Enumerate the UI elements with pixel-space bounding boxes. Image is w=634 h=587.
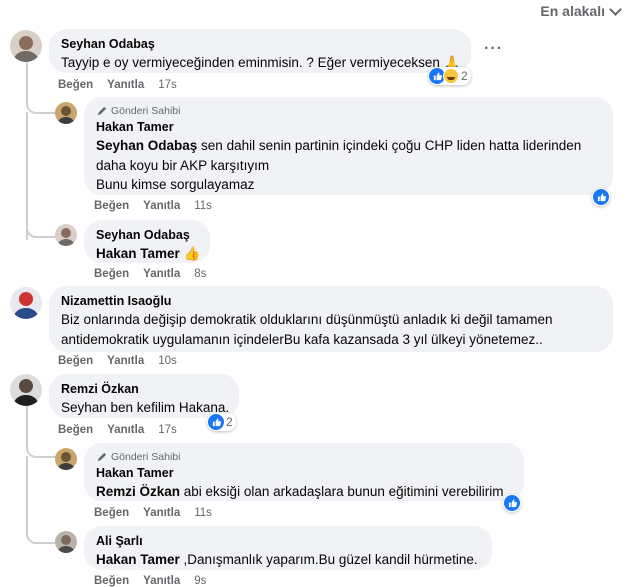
comment-text: Seyhan ben kefilim Hakana.: [61, 400, 230, 415]
reaction-summary[interactable]: 2: [428, 67, 471, 85]
chevron-down-icon: [609, 2, 622, 16]
comment-text-line: Bunu kimse sorgulayamaz: [96, 177, 255, 192]
mention-link[interactable]: Hakan Tamer: [96, 246, 180, 261]
comment-author[interactable]: Seyhan Odabaş: [96, 227, 198, 244]
comment-author[interactable]: Remzi Özkan: [61, 381, 227, 398]
comment-actions: Beğen Yanıtla 8s: [94, 268, 206, 280]
comment-text-line: daha koyu bir AKP karşıtıyım: [96, 157, 270, 173]
mention-link[interactable]: Hakan Tamer: [96, 552, 180, 567]
comment-actions: Beğen Yanıtla 11s: [94, 200, 212, 212]
comment-text: Remzi Özkan abi eksiği olan arkadaşlara …: [96, 482, 512, 502]
like-button[interactable]: Beğen: [94, 200, 129, 212]
reply-button[interactable]: Yanıtla: [143, 575, 180, 587]
reaction-summary[interactable]: [503, 494, 521, 512]
reply-button[interactable]: Yanıtla: [143, 268, 180, 280]
thread-connector: [26, 212, 56, 238]
comment-bubble: Gönderi Sahibi Hakan Tamer Remzi Özkan a…: [84, 443, 524, 501]
comment-author[interactable]: Seyhan Odabaş: [61, 36, 459, 53]
reply-button[interactable]: Yanıtla: [143, 507, 180, 519]
comment-actions: Beğen Yanıtla 17s: [58, 424, 177, 436]
avatar[interactable]: [55, 448, 77, 470]
comment-bubble: Nizamettin Isaoğlu Biz onlarında değişip…: [49, 286, 613, 352]
comment-author[interactable]: Ali Şarlı: [96, 533, 480, 550]
reaction-summary[interactable]: [592, 188, 610, 206]
reply-button[interactable]: Yanıtla: [107, 79, 144, 91]
avatar[interactable]: [55, 531, 77, 553]
comment-text-part: abi eksiği olan arkadaşlara bunun eğitim…: [180, 484, 504, 499]
more-options-icon[interactable]: ···: [484, 40, 503, 58]
reply-button[interactable]: Yanıtla: [107, 355, 144, 367]
thread-line: [26, 404, 28, 434]
mention-link[interactable]: Remzi Özkan: [96, 484, 180, 499]
author-badge: Gönderi Sahibi: [96, 104, 601, 118]
comment-text-part: 👍: [179, 246, 201, 261]
reaction-count: 2: [226, 415, 233, 429]
comment-text: Hakan Tamer ,Danışmanlık yaparım.Bu güze…: [96, 550, 480, 570]
thread-connector: [26, 432, 56, 458]
comment-bubble: Ali Şarlı Hakan Tamer ,Danışmanlık yapar…: [84, 526, 492, 570]
comment-actions: Beğen Yanıtla 11s: [94, 507, 212, 519]
avatar[interactable]: [10, 374, 42, 406]
comment-actions: Beğen Yanıtla 17s: [58, 79, 177, 91]
avatar[interactable]: [10, 287, 42, 319]
like-button[interactable]: Beğen: [58, 355, 93, 367]
thread-connector: [26, 518, 56, 544]
comment-bubble: Remzi Özkan Seyhan ben kefilim Hakana.: [49, 374, 239, 418]
timestamp[interactable]: 17s: [158, 424, 177, 436]
avatar[interactable]: [55, 102, 77, 124]
timestamp[interactable]: 17s: [158, 79, 177, 91]
avatar[interactable]: [10, 30, 42, 62]
sort-dropdown[interactable]: En alakalı: [540, 2, 622, 19]
author-badge-label: Gönderi Sahibi: [111, 451, 181, 463]
pen-icon: [97, 452, 107, 461]
timestamp[interactable]: 9s: [194, 575, 206, 587]
like-button[interactable]: Beğen: [58, 424, 93, 436]
like-icon: [504, 495, 520, 511]
like-button[interactable]: Beğen: [94, 575, 129, 587]
comment-author[interactable]: Hakan Tamer: [96, 119, 601, 136]
comment-text: Seyhan Odabaş sen dahil senin partinin i…: [96, 136, 601, 156]
timestamp[interactable]: 11s: [194, 200, 212, 212]
comment-bubble: Seyhan Odabaş Hakan Tamer 👍: [84, 220, 210, 263]
haha-icon: [443, 68, 459, 84]
comment-author[interactable]: Nizamettin Isaoğlu: [61, 293, 601, 310]
comment-bubble: Gönderi Sahibi Hakan Tamer Seyhan Odabaş…: [84, 97, 613, 195]
like-button[interactable]: Beğen: [94, 507, 129, 519]
comment-text-part: sen dahil senin partinin içindeki çoğu C…: [197, 138, 582, 153]
comment-text-part: ,Danışmanlık yaparım.Bu güzel kandil hür…: [179, 552, 478, 567]
like-button[interactable]: Beğen: [58, 79, 93, 91]
reply-button[interactable]: Yanıtla: [143, 200, 180, 212]
comment-text: Hakan Tamer 👍: [96, 244, 201, 264]
comment-actions: Beğen Yanıtla 10s: [58, 355, 177, 367]
like-icon: [208, 414, 224, 430]
sort-label: En alakalı: [540, 3, 605, 19]
comment-author[interactable]: Hakan Tamer: [96, 465, 512, 482]
author-badge: Gönderi Sahibi: [96, 450, 512, 464]
avatar[interactable]: [55, 224, 77, 246]
comment-bubble: Seyhan Odabaş Tayyip e oy vermiyeceğinde…: [49, 29, 471, 73]
timestamp[interactable]: 10s: [158, 355, 177, 367]
pen-icon: [97, 106, 107, 115]
comment-text: Tayyip e oy vermiyeceğinden eminmisin. ?…: [61, 55, 461, 70]
timestamp[interactable]: 8s: [194, 268, 206, 280]
like-button[interactable]: Beğen: [94, 268, 129, 280]
reaction-count: 2: [461, 69, 468, 83]
thread-line: [26, 62, 28, 92]
author-badge-label: Gönderi Sahibi: [111, 105, 181, 117]
comment-actions: Beğen Yanıtla 9s: [94, 575, 206, 587]
comment-text-line: antidemokratik uygulamanın içindelerBu k…: [61, 331, 543, 347]
thread-connector: [26, 90, 56, 114]
comment-text-line: Biz onlarında değişip demokratik oldukla…: [61, 312, 553, 327]
timestamp[interactable]: 11s: [194, 507, 212, 519]
like-icon: [593, 189, 609, 205]
mention-link[interactable]: Seyhan Odabaş: [96, 138, 197, 153]
reply-button[interactable]: Yanıtla: [107, 424, 144, 436]
reaction-summary[interactable]: 2: [207, 413, 236, 431]
